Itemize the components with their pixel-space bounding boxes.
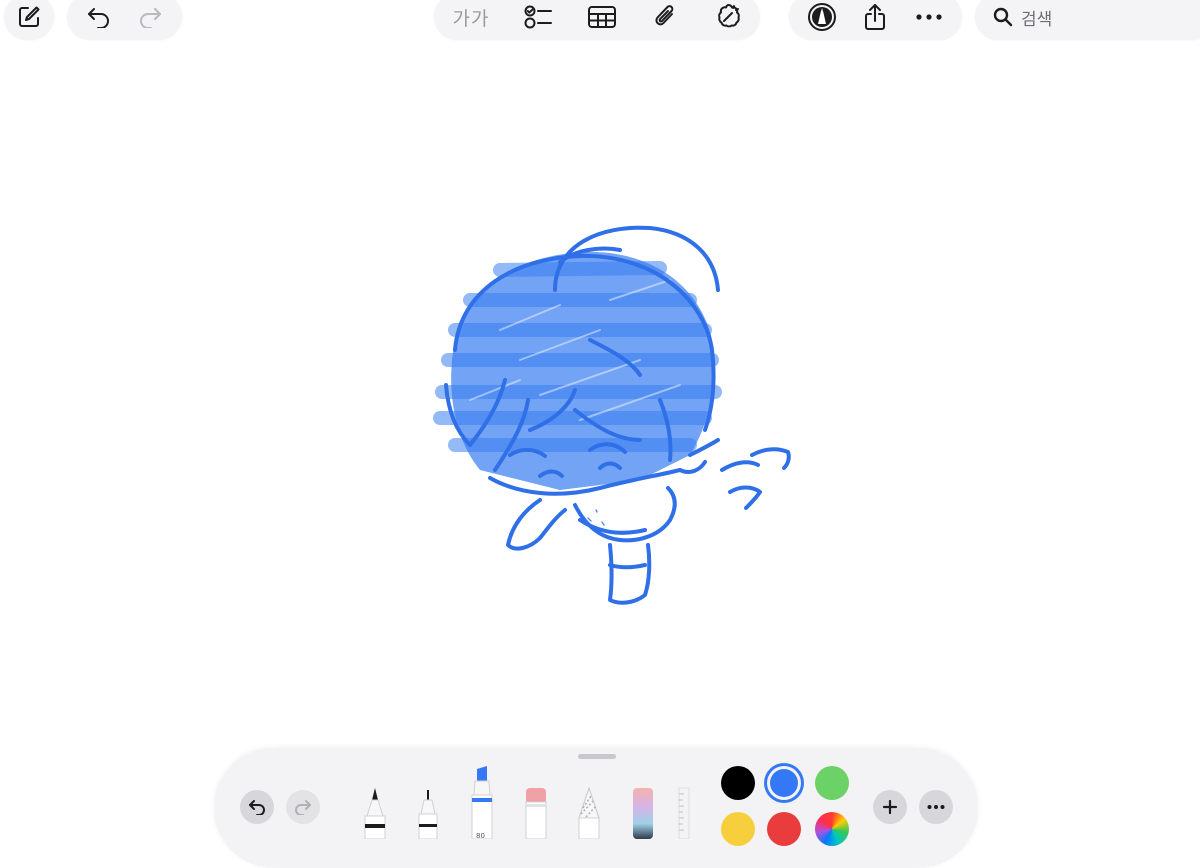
format-group: 가가 (434, 0, 760, 40)
color-yellow[interactable] (721, 812, 755, 846)
palette-redo-button[interactable] (286, 790, 320, 824)
fineliner-tool[interactable] (415, 788, 441, 839)
color-wheel-icon[interactable] (815, 812, 849, 846)
markup-pen-icon[interactable] (800, 0, 844, 37)
table-icon[interactable] (580, 0, 624, 37)
palette-grabber[interactable] (578, 754, 616, 759)
palette-undo-button[interactable] (240, 790, 274, 824)
chibi-sketch (433, 225, 791, 605)
pen-tool[interactable] (362, 786, 388, 839)
undo-icon (249, 800, 265, 815)
apple-intelligence-icon[interactable] (706, 0, 750, 37)
compose-group (4, 0, 54, 40)
redo-icon (295, 800, 311, 815)
text-format-label: 가가 (452, 7, 490, 30)
palette-more-button[interactable] (919, 790, 953, 824)
search-icon (993, 7, 1013, 27)
text-format-button[interactable]: 가가 (444, 0, 498, 37)
paperclip-icon[interactable] (643, 0, 687, 37)
eraser-tool[interactable] (522, 786, 550, 839)
compose-icon[interactable] (7, 0, 51, 37)
share-group (789, 0, 962, 40)
color-red[interactable] (767, 812, 801, 846)
undo-icon[interactable] (77, 0, 121, 37)
crayon-tool[interactable] (628, 786, 658, 839)
lasso-tool[interactable] (575, 786, 603, 839)
ruler-tool[interactable] (676, 786, 692, 839)
share-icon[interactable] (853, 0, 897, 37)
search-field[interactable]: 검색 (975, 0, 1200, 40)
drawing-canvas[interactable] (0, 60, 1200, 740)
more-icon (927, 805, 945, 809)
search-placeholder: 검색 (1021, 9, 1053, 30)
undo-redo-group (67, 0, 182, 40)
color-blue-selected[interactable] (770, 769, 798, 797)
add-tool-button[interactable] (873, 790, 907, 824)
redo-icon[interactable] (128, 0, 172, 37)
color-green[interactable] (815, 766, 849, 800)
checklist-icon[interactable] (517, 0, 561, 37)
highlighter-tool[interactable] (468, 765, 496, 839)
plus-icon (882, 799, 898, 815)
color-black[interactable] (721, 766, 755, 800)
more-icon[interactable] (907, 0, 951, 37)
